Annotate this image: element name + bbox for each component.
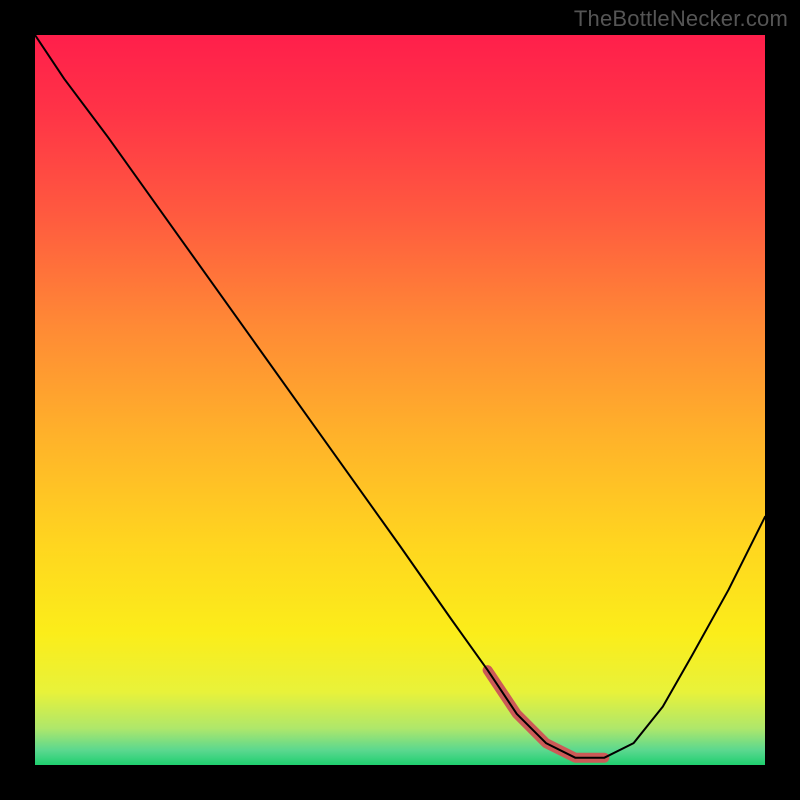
chart-container: TheBottleNecker.com (0, 0, 800, 800)
plot-area (35, 35, 765, 765)
watermark-text: TheBottleNecker.com (574, 6, 788, 32)
bottleneck-curve (35, 35, 765, 758)
bottleneck-highlight (488, 670, 605, 758)
curve-layer (35, 35, 765, 765)
